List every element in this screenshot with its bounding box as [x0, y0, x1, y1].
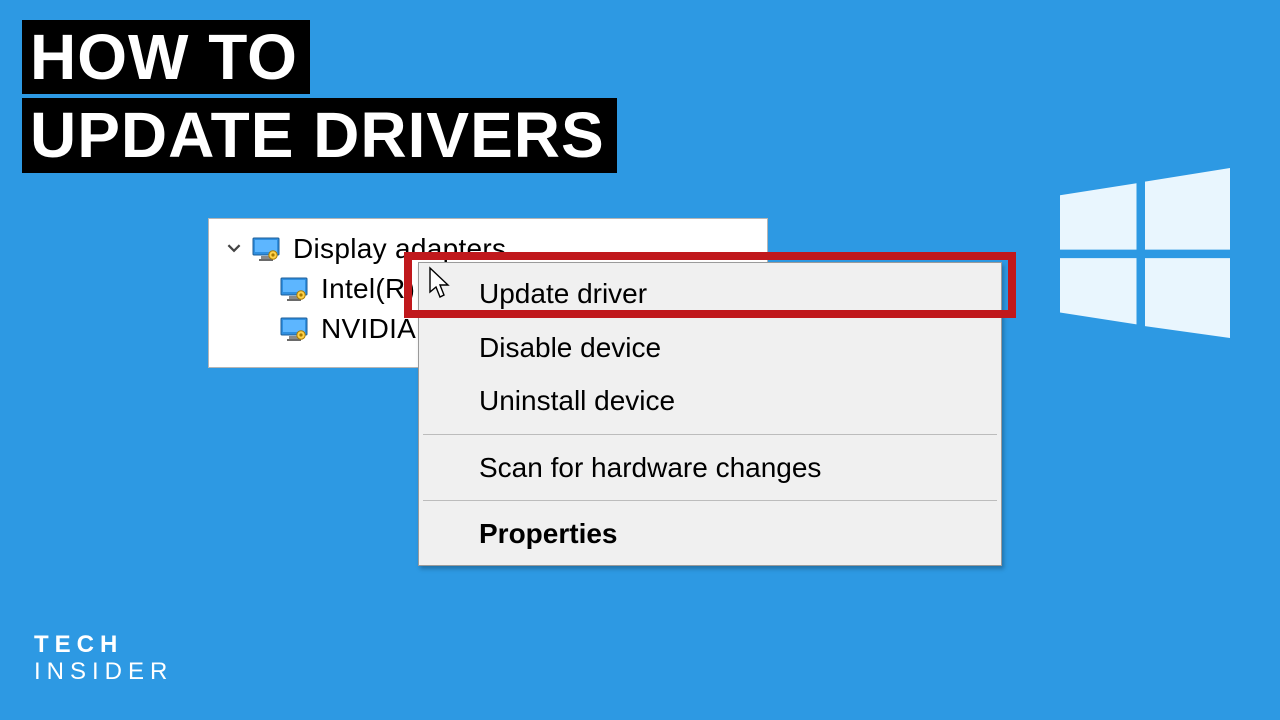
tree-node-label: Display adapters	[293, 233, 506, 265]
menu-item-label: Scan for hardware changes	[479, 452, 821, 483]
menu-item-properties[interactable]: Properties	[421, 507, 999, 561]
video-title: HOW TO UPDATE DRIVERS	[22, 20, 617, 173]
menu-item-scan-hardware[interactable]: Scan for hardware changes	[421, 441, 999, 495]
context-menu: Update driver Disable device Uninstall d…	[418, 262, 1002, 566]
menu-item-label: Uninstall device	[479, 385, 675, 416]
title-line-2: UPDATE DRIVERS	[22, 98, 617, 172]
display-adapter-icon	[251, 236, 281, 262]
brand-line-1: TECH	[34, 631, 173, 659]
menu-separator	[423, 434, 997, 435]
menu-item-label: Properties	[479, 518, 618, 549]
display-adapter-icon	[279, 316, 309, 342]
brand-tech-insider: TECH INSIDER	[34, 631, 173, 686]
display-adapter-icon	[279, 276, 309, 302]
menu-item-update-driver[interactable]: Update driver	[421, 267, 999, 321]
menu-separator	[423, 500, 997, 501]
menu-item-label: Disable device	[479, 332, 661, 363]
menu-item-label: Update driver	[479, 278, 647, 309]
tree-node-label: NVIDIA	[321, 313, 416, 345]
menu-item-uninstall-device[interactable]: Uninstall device	[421, 374, 999, 428]
tree-node-label: Intel(R)	[321, 273, 415, 305]
chevron-down-icon	[225, 241, 243, 255]
title-line-1: HOW TO	[22, 20, 310, 94]
brand-line-2: INSIDER	[34, 658, 173, 686]
windows-logo-icon	[1060, 168, 1230, 338]
menu-item-disable-device[interactable]: Disable device	[421, 321, 999, 375]
